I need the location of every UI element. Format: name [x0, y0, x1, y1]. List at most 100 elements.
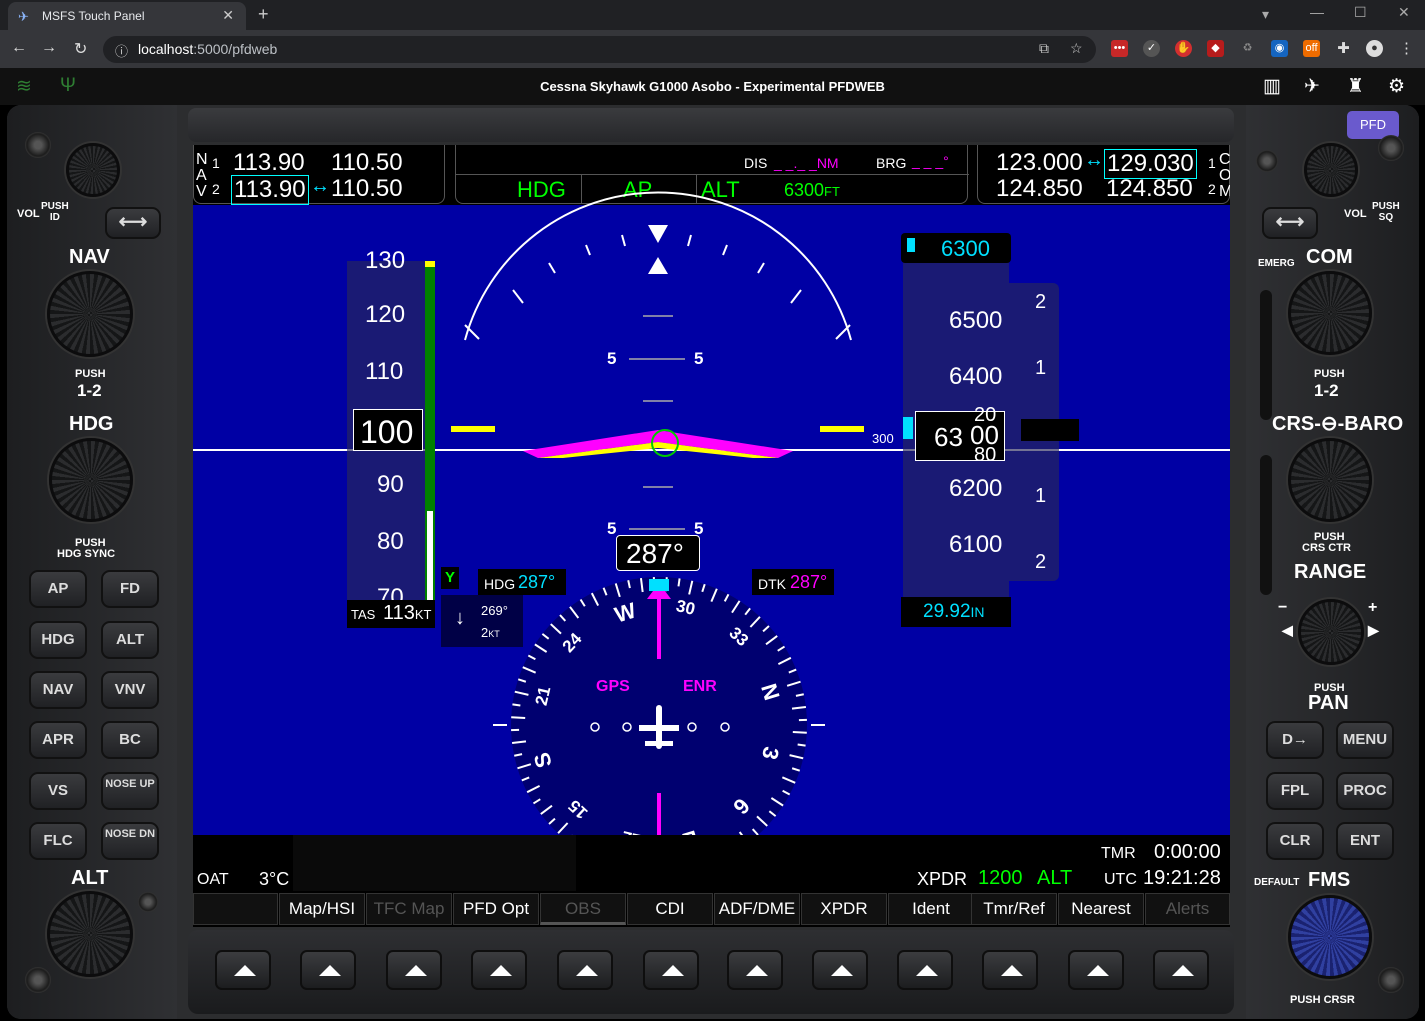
address-bar[interactable]: ⓘ localhost:5000/pfdweb ⧉ ☆ — [103, 36, 1096, 63]
ent-button[interactable]: ENT — [1336, 822, 1394, 860]
softkey-nearest[interactable]: Nearest — [1058, 893, 1144, 925]
com-vol-knob[interactable] — [1304, 143, 1358, 197]
browser-tab[interactable]: ✈ MSFS Touch Panel ✕ — [8, 2, 246, 30]
vs-button[interactable]: VS — [29, 772, 87, 810]
extension-recycle-icon[interactable]: ♻ — [1239, 40, 1256, 57]
profile-avatar-icon[interactable]: ● — [1366, 40, 1383, 57]
fpl-button[interactable]: FPL — [1266, 772, 1324, 810]
softkey-cdi[interactable]: CDI — [627, 893, 713, 925]
softkey-pfd-opt[interactable]: PFD Opt — [453, 893, 539, 925]
extension-stop-icon[interactable]: ✋ — [1175, 40, 1192, 57]
physical-softkey-10[interactable] — [982, 950, 1038, 990]
direct-to-button[interactable]: D→ — [1266, 721, 1324, 759]
fd-button[interactable]: FD — [101, 570, 159, 608]
softkey-tmr-ref[interactable]: Tmr/Ref — [971, 893, 1057, 925]
heading-readout: 287° — [616, 535, 700, 571]
alt-knob[interactable] — [47, 891, 133, 977]
physical-softkey-8[interactable] — [812, 950, 868, 990]
airplane-icon[interactable]: ✈ — [1304, 75, 1320, 98]
crs-baro-knob[interactable] — [1288, 438, 1372, 522]
extension-icon[interactable]: ••• — [1111, 40, 1128, 57]
softkey-adf-dme[interactable]: ADF/DME — [714, 893, 800, 925]
physical-softkey-2[interactable] — [300, 950, 356, 990]
physical-softkey-9[interactable] — [897, 950, 953, 990]
info-icon[interactable]: ⓘ — [115, 41, 128, 60]
softkey-alerts[interactable]: Alerts — [1145, 893, 1230, 925]
push-sq-label: PUSH SQ — [1372, 201, 1400, 223]
tower-icon[interactable]: ♜ — [1347, 75, 1364, 98]
extension-off-icon[interactable]: off — [1303, 40, 1320, 57]
tab-search-icon[interactable]: ▾ — [1262, 6, 1269, 23]
extension-icon[interactable]: ◉ — [1271, 40, 1288, 57]
gear-icon[interactable]: ⚙ — [1388, 75, 1405, 98]
alt-button[interactable]: ALT — [101, 621, 159, 659]
physical-softkey-12[interactable] — [1153, 950, 1209, 990]
softkey-xpdr[interactable]: XPDR — [801, 893, 887, 925]
apr-button[interactable]: APR — [29, 721, 87, 759]
minimize-icon[interactable]: — — [1310, 4, 1324, 20]
range-plus-icon[interactable]: + — [1368, 599, 1377, 617]
physical-softkey-11[interactable] — [1068, 950, 1124, 990]
vsi-tick-label: 1 — [1035, 485, 1047, 507]
nose-up-button[interactable]: NOSE UP — [101, 772, 159, 810]
nav-knob[interactable] — [47, 271, 133, 357]
reload-icon[interactable]: ↻ — [74, 39, 87, 59]
bezel-slot — [1260, 455, 1272, 595]
physical-softkey-1[interactable] — [215, 950, 271, 990]
back-icon[interactable]: ← — [11, 39, 27, 57]
tab-close-icon[interactable]: ✕ — [222, 7, 234, 24]
physical-softkey-3[interactable] — [386, 950, 442, 990]
bc-button[interactable]: BC — [101, 721, 159, 759]
screw-icon — [25, 967, 51, 993]
new-tab-button[interactable]: + — [258, 4, 269, 25]
pan-right-icon[interactable]: ▶ — [1368, 622, 1379, 639]
vnv-button[interactable]: VNV — [101, 671, 159, 709]
open-external-icon[interactable]: ⧉ — [1039, 40, 1049, 57]
nav-swap-button[interactable]: ⟷ — [105, 207, 161, 239]
com-swap-button[interactable]: ⟷ — [1262, 207, 1318, 239]
fms-knob[interactable] — [1288, 895, 1372, 979]
close-window-icon[interactable]: ✕ — [1398, 4, 1410, 21]
range-minus-icon[interactable]: − — [1278, 599, 1287, 617]
extension-check-icon[interactable]: ✓ — [1143, 40, 1160, 57]
hdg-knob[interactable] — [49, 438, 133, 522]
softkey-ident[interactable]: Ident — [888, 893, 974, 925]
ap-button[interactable]: AP — [29, 570, 87, 608]
physical-softkey-4[interactable] — [471, 950, 527, 990]
maximize-icon[interactable]: ☐ — [1354, 4, 1367, 21]
extensions-puzzle-icon[interactable]: ✚ — [1335, 40, 1352, 57]
physical-softkey-7[interactable] — [727, 950, 783, 990]
baro-setting[interactable]: 29.92IN — [923, 601, 985, 623]
menu-button[interactable]: MENU — [1336, 721, 1394, 759]
softkey-tfc-map[interactable]: TFC Map — [366, 893, 452, 925]
flc-button[interactable]: FLC — [29, 822, 87, 860]
browser-menu-icon[interactable]: ⋮ — [1398, 40, 1415, 57]
com-knob[interactable] — [1288, 271, 1372, 355]
tmr-label: TMR — [1101, 845, 1136, 862]
forward-icon[interactable]: → — [41, 39, 57, 57]
softkey-obs[interactable]: OBS — [540, 893, 626, 925]
pan-left-icon[interactable]: ◀ — [1282, 622, 1293, 639]
physical-softkey-5[interactable] — [557, 950, 613, 990]
screw-icon — [25, 132, 51, 158]
browser-toolbar: ← → ↻ ⓘ localhost:5000/pfdweb ⧉ ☆ ••• ✓ … — [0, 30, 1425, 68]
extension-icon[interactable]: ◆ — [1207, 40, 1224, 57]
proc-button[interactable]: PROC — [1336, 772, 1394, 810]
tas-label: TAS — [351, 607, 376, 622]
hdg-sync-label: HDG SYNC — [57, 548, 116, 560]
softkey-map-hsi[interactable]: Map/HSI — [279, 893, 365, 925]
softkey-1[interactable] — [193, 893, 278, 925]
physical-softkey-6[interactable] — [643, 950, 699, 990]
xpdr-code[interactable]: 1200 — [978, 867, 1023, 890]
bookmark-star-icon[interactable]: ☆ — [1070, 40, 1083, 57]
hdg-button[interactable]: HDG — [29, 621, 87, 659]
compass-tick — [797, 743, 806, 747]
nav-button[interactable]: NAV — [29, 671, 87, 709]
nose-dn-button[interactable]: NOSE DN — [101, 822, 159, 860]
map-icon[interactable]: ▥ — [1263, 75, 1281, 98]
tas-box: TAS 113KT — [347, 600, 435, 628]
range-knob[interactable] — [1298, 599, 1364, 665]
vol-knob[interactable] — [66, 143, 120, 197]
timer-value: 0:00:00 — [1154, 841, 1221, 863]
clr-button[interactable]: CLR — [1266, 822, 1324, 860]
